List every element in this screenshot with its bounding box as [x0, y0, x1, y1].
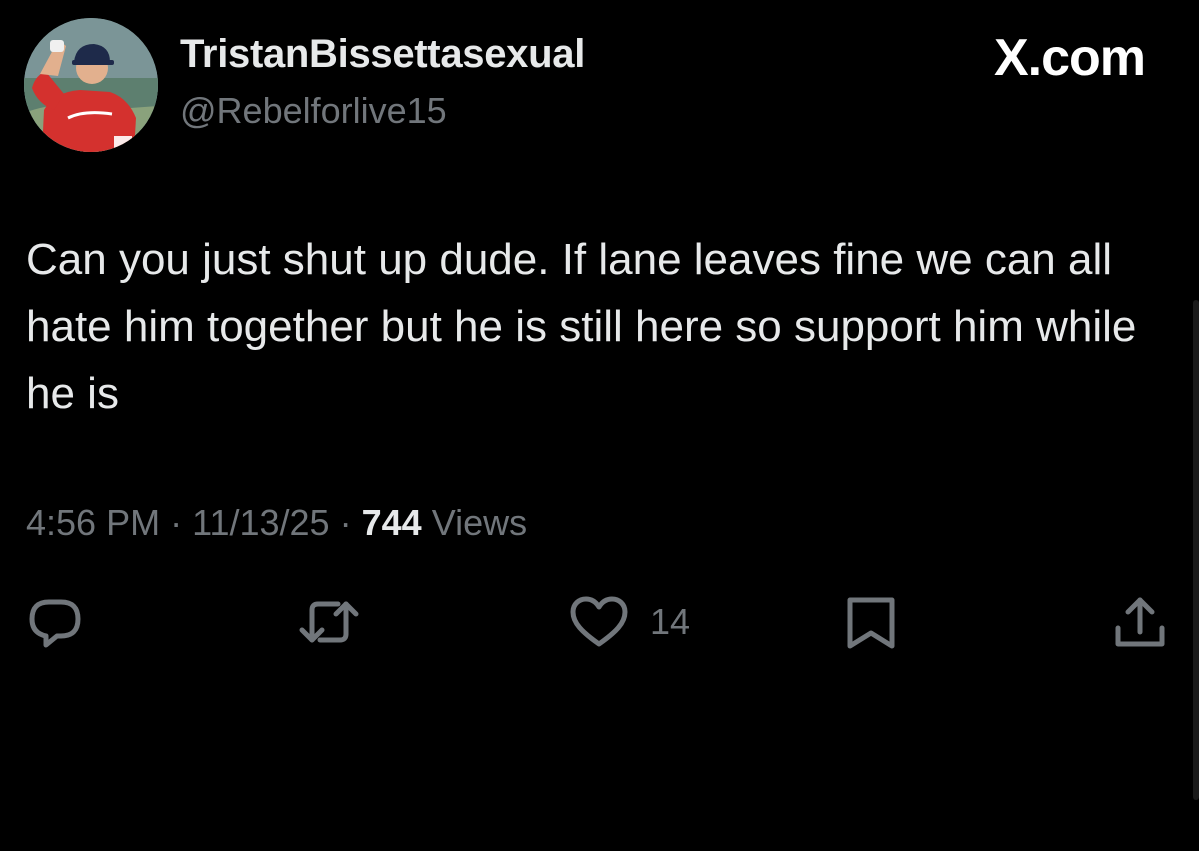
avatar[interactable]	[24, 18, 158, 152]
meta-separator: ·	[339, 502, 352, 543]
reply-icon	[29, 599, 81, 648]
user-handle[interactable]: @Rebelforlive15	[180, 90, 447, 132]
bookmark-icon	[847, 597, 895, 649]
heart-icon	[570, 596, 628, 647]
tweet-text: Can you just shut up dude. If lane leave…	[26, 235, 1137, 418]
bookmark-button[interactable]	[844, 594, 898, 650]
brand-logo: X.com	[993, 29, 1146, 87]
tweet-date[interactable]: 11/13/25	[192, 502, 329, 543]
share-icon	[1115, 597, 1165, 647]
retweet-button[interactable]	[298, 594, 360, 650]
views-count: 744	[361, 502, 422, 543]
retweet-icon	[299, 601, 359, 643]
share-button[interactable]	[1112, 594, 1168, 650]
reply-button[interactable]	[26, 594, 84, 650]
views-label: Views	[431, 502, 528, 543]
meta-separator: ·	[170, 502, 183, 543]
like-button[interactable]: 14	[568, 594, 690, 650]
avatar-image	[24, 18, 158, 152]
tweet-meta: 4:56 PM · 11/13/25 · 744 Views	[26, 502, 527, 544]
display-name[interactable]: TristanBissettasexual	[180, 32, 585, 77]
scrollbar[interactable]	[1193, 300, 1199, 800]
like-count: 14	[650, 601, 691, 642]
tweet-time[interactable]: 4:56 PM	[26, 502, 160, 543]
